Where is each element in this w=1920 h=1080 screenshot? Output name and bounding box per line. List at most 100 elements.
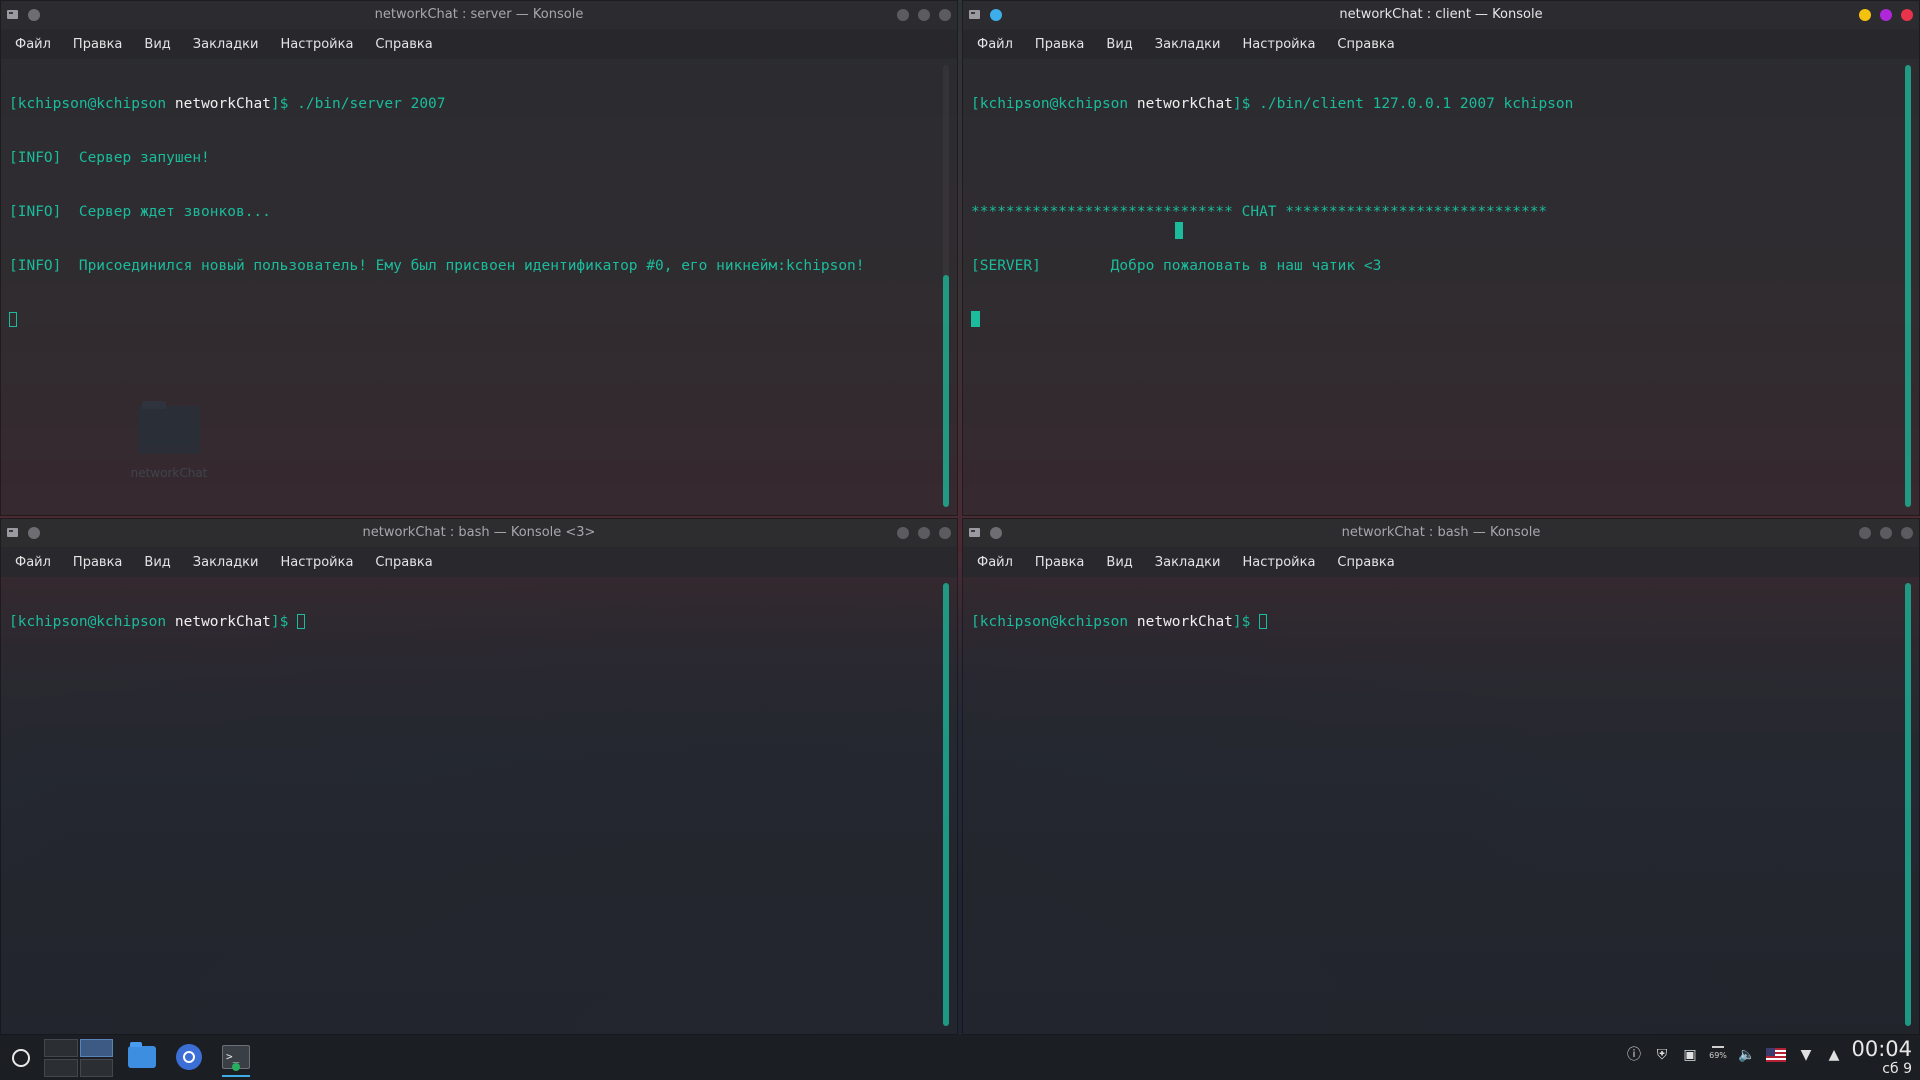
menu-file[interactable]: Файл <box>977 37 1013 52</box>
task-files[interactable] <box>126 1041 158 1073</box>
konsole-window-client[interactable]: networkChat : client — Konsole Файл Прав… <box>962 0 1920 516</box>
menu-bar: Файл Правка Вид Закладки Настройка Справ… <box>963 29 1919 59</box>
scrollbar-thumb[interactable] <box>1905 583 1911 1026</box>
minimize-button[interactable] <box>1859 9 1871 21</box>
command-line: [kchipson@kchipson networkChat]$ ./bin/s… <box>9 95 933 113</box>
command-line: [kchipson@kchipson networkChat]$ <box>9 613 933 631</box>
virtual-desktop-pager[interactable] <box>44 1039 113 1077</box>
konsole-window-bash-3[interactable]: networkChat : bash — Konsole <3> Файл Пр… <box>0 518 958 1035</box>
command-line: [kchipson@kchipson networkChat]$ ./bin/c… <box>971 95 1895 113</box>
scrollbar[interactable] <box>1905 583 1911 1026</box>
chevron-up-icon[interactable]: ▲ <box>1826 1047 1842 1063</box>
menu-edit[interactable]: Правка <box>73 555 122 570</box>
terminal-area[interactable]: [kchipson@kchipson networkChat]$ ./bin/s… <box>9 59 933 515</box>
maximize-button[interactable] <box>918 527 930 539</box>
terminal-cursor <box>1259 614 1268 629</box>
launcher-icon[interactable] <box>12 1049 30 1067</box>
minimize-button[interactable] <box>1859 527 1871 539</box>
konsole-window-bash[interactable]: networkChat : bash — Konsole Файл Правка… <box>962 518 1920 1035</box>
menu-settings[interactable]: Настройка <box>280 555 353 570</box>
minimize-button[interactable] <box>897 527 909 539</box>
window-title: networkChat : server — Konsole <box>374 7 584 22</box>
close-button[interactable] <box>1901 527 1913 539</box>
menu-settings[interactable]: Настройка <box>1242 37 1315 52</box>
output-line: [INFO] Присоединился новый пользователь!… <box>9 258 865 274</box>
us-flag-icon[interactable] <box>1766 1048 1786 1062</box>
prompt-suffix: ]$ <box>1232 614 1251 630</box>
menu-settings[interactable]: Настройка <box>1242 555 1315 570</box>
clock-time: 00:04 <box>1851 1037 1912 1061</box>
scrollbar-thumb[interactable] <box>1905 65 1911 507</box>
menu-bookmarks[interactable]: Закладки <box>1155 37 1221 52</box>
menu-bar: Файл Правка Вид Закладки Настройка Справ… <box>963 547 1919 577</box>
menu-edit[interactable]: Правка <box>1035 555 1084 570</box>
prompt-suffix: ]$ <box>1232 96 1251 112</box>
menu-file[interactable]: Файл <box>15 37 51 52</box>
server-message: [SERVER] Добро пожаловать в наш чатик <3 <box>971 258 1382 274</box>
prompt-user: [kchipson@kchipson <box>971 614 1129 630</box>
menu-bookmarks[interactable]: Закладки <box>193 37 259 52</box>
menu-help[interactable]: Справка <box>1337 37 1394 52</box>
desktop-1[interactable] <box>44 1039 78 1057</box>
close-button[interactable] <box>939 527 951 539</box>
title-bar[interactable]: networkChat : bash — Konsole <3> <box>1 519 957 547</box>
terminal-area[interactable]: [kchipson@kchipson networkChat]$ <box>971 577 1895 1034</box>
desktop-2[interactable] <box>79 1039 113 1057</box>
output-line: [INFO] Сервер запушен! <box>9 150 210 166</box>
folder-icon <box>128 1042 156 1068</box>
title-bar[interactable]: networkChat : server — Konsole <box>1 1 957 29</box>
close-button[interactable] <box>939 9 951 21</box>
menu-file[interactable]: Файл <box>977 555 1013 570</box>
taskbar: >_ ⓘ ⛨ ▣ 69% 🔈 ▼ ▲ 00:04 сб 9 <box>0 1035 1920 1080</box>
terminal-area[interactable]: [kchipson@kchipson networkChat]$ <box>9 577 933 1034</box>
menu-help[interactable]: Справка <box>1337 555 1394 570</box>
menu-file[interactable]: Файл <box>15 555 51 570</box>
task-konsole[interactable]: >_ <box>220 1041 252 1077</box>
scrollbar-thumb[interactable] <box>943 275 949 507</box>
scrollbar-thumb[interactable] <box>943 583 949 1026</box>
prompt-suffix: ]$ <box>270 96 289 112</box>
konsole-window-server[interactable]: networkChat : server — Konsole Файл Прав… <box>0 0 958 516</box>
scrollbar[interactable] <box>943 583 949 1026</box>
scrollbar[interactable] <box>943 65 949 507</box>
menu-help[interactable]: Справка <box>375 555 432 570</box>
menu-settings[interactable]: Настройка <box>280 37 353 52</box>
minimize-button[interactable] <box>897 9 909 21</box>
maximize-button[interactable] <box>1880 9 1892 21</box>
active-task-indicator <box>222 1075 250 1077</box>
window-title: networkChat : bash — Konsole <box>1341 525 1541 540</box>
terminal-area[interactable]: [kchipson@kchipson networkChat]$ ./bin/c… <box>971 59 1895 515</box>
menu-bar: Файл Правка Вид Закладки Настройка Справ… <box>1 29 957 59</box>
terminal-cursor <box>971 311 980 327</box>
menu-bookmarks[interactable]: Закладки <box>193 555 259 570</box>
menu-help[interactable]: Справка <box>375 37 432 52</box>
menu-view[interactable]: Вид <box>1106 37 1132 52</box>
system-tray: ⓘ ⛨ ▣ 69% 🔈 ▼ ▲ <box>1626 1046 1842 1063</box>
clock[interactable]: 00:04 сб 9 <box>1846 1037 1912 1077</box>
desktop-4[interactable] <box>79 1059 113 1077</box>
menu-bookmarks[interactable]: Закладки <box>1155 555 1221 570</box>
menu-view[interactable]: Вид <box>1106 555 1132 570</box>
shield-icon[interactable]: ⛨ <box>1654 1047 1670 1063</box>
running-badge-icon <box>232 1063 240 1071</box>
menu-edit[interactable]: Правка <box>1035 37 1084 52</box>
title-bar[interactable]: networkChat : bash — Konsole <box>963 519 1919 547</box>
task-browser[interactable] <box>173 1041 205 1073</box>
clipboard-icon[interactable]: ▣ <box>1682 1047 1698 1063</box>
scrollbar[interactable] <box>1905 65 1911 507</box>
maximize-button[interactable] <box>1880 527 1892 539</box>
command-text: ./bin/server 2007 <box>288 96 446 112</box>
menu-edit[interactable]: Правка <box>73 37 122 52</box>
prompt-dir: networkChat <box>174 96 271 112</box>
battery-icon[interactable]: 69% <box>1709 1046 1727 1063</box>
close-button[interactable] <box>1901 9 1913 21</box>
wifi-icon[interactable]: ▼ <box>1798 1047 1814 1063</box>
alert-icon[interactable]: ⓘ <box>1626 1047 1642 1063</box>
menu-view[interactable]: Вид <box>144 555 170 570</box>
title-bar[interactable]: networkChat : client — Konsole <box>963 1 1919 29</box>
speaker-icon[interactable]: 🔈 <box>1738 1047 1755 1063</box>
menu-view[interactable]: Вид <box>144 37 170 52</box>
desktop-3[interactable] <box>44 1059 78 1077</box>
maximize-button[interactable] <box>918 9 930 21</box>
prompt-user: [kchipson@kchipson <box>9 96 167 112</box>
